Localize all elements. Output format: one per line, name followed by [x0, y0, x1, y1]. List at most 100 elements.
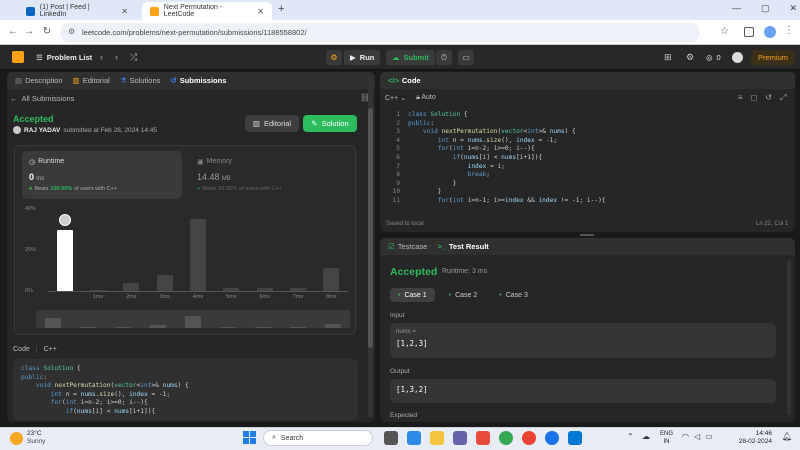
edge-icon[interactable]: [568, 431, 582, 445]
expand-icon[interactable]: ⤢: [780, 93, 786, 103]
runtime-card[interactable]: ◷ Runtime 0 ms ● Beats 100.00% of users …: [22, 151, 182, 199]
resize-handle[interactable]: [580, 234, 594, 236]
new-tab-icon[interactable]: +: [278, 3, 284, 15]
run-button[interactable]: ▶ Run: [344, 50, 381, 65]
tab-testcase[interactable]: ☑ Testcase: [388, 242, 427, 251]
windows-start-icon[interactable]: [243, 431, 256, 444]
code-editor[interactable]: class Solution { public: void nextPermut…: [408, 111, 788, 211]
tab-code[interactable]: </> Code: [388, 76, 421, 85]
submitted-code[interactable]: class Solution { public: void nextPermut…: [13, 359, 358, 421]
menu-icon[interactable]: ⋮: [784, 25, 794, 36]
case-2-tab[interactable]: • Case 2: [441, 288, 486, 302]
cloud-upload-icon: ☁: [392, 53, 400, 62]
book-icon: ▥: [72, 76, 80, 85]
weather-widget[interactable]: 23°C Sunny: [10, 430, 45, 446]
onedrive-icon[interactable]: ☁: [642, 432, 650, 441]
chevron-up-icon[interactable]: ⌃: [627, 432, 634, 441]
runtime-chart: 40% 20% 0% 1ms 2ms 3ms 4ms 5ms 6ms 7ms 8ms: [24, 206, 350, 302]
debug-icon[interactable]: ⚙: [326, 50, 342, 65]
input-box[interactable]: nums = [1,2,3]: [390, 323, 776, 358]
memory-icon: ▣: [197, 159, 204, 166]
auto-toggle[interactable]: 🔒︎ Auto: [416, 94, 436, 102]
flask-icon: ⚗: [119, 76, 127, 85]
language-select[interactable]: C++ ⌄: [385, 94, 406, 102]
scrollbar[interactable]: [368, 78, 373, 418]
timer-icon[interactable]: ⏱: [436, 50, 452, 65]
editorial-button[interactable]: ▥ Editorial: [245, 115, 299, 132]
reload-icon[interactable]: ↻: [40, 25, 54, 39]
chrome-icon[interactable]: [499, 431, 513, 445]
scrollbar-thumb[interactable]: [368, 108, 373, 348]
format-icon[interactable]: ≡: [738, 93, 743, 103]
url-input[interactable]: ⚙ leetcode.com/problems/next-permutation…: [60, 23, 700, 42]
tab-description[interactable]: ▤ Description: [15, 76, 63, 85]
system-tray[interactable]: ◠ ◁ ▭: [682, 432, 713, 441]
language-indicator[interactable]: ENG IN: [660, 430, 673, 446]
star-icon[interactable]: ☆: [720, 26, 729, 37]
output-box[interactable]: [1,3,2]: [390, 379, 776, 403]
shuffle-icon[interactable]: ⤮: [130, 52, 137, 63]
runtime-value-row: 0 ms: [29, 172, 45, 182]
reset-icon[interactable]: ↺: [765, 93, 772, 103]
task-view-icon[interactable]: [384, 431, 398, 445]
region-code: IN: [663, 439, 670, 445]
clock[interactable]: 14:46 28-02-2024: [732, 430, 772, 446]
site-info-icon[interactable]: ⚙: [68, 27, 75, 36]
notification-bell-icon[interactable]: 🔔︎: [782, 432, 792, 441]
close-icon[interactable]: ✕: [121, 7, 128, 16]
submit-button[interactable]: ☁ Submit: [386, 50, 435, 65]
line-numbers: 1 2 3 4 5 6 7 8 9 10 11: [392, 111, 400, 204]
leetcode-logo[interactable]: [12, 51, 24, 63]
tab-editorial[interactable]: ▥ Editorial: [73, 76, 110, 85]
notes-icon[interactable]: ▭: [458, 50, 474, 65]
user-avatar[interactable]: [732, 52, 743, 63]
case-1-tab[interactable]: • Case 1: [390, 288, 435, 302]
tab-leetcode[interactable]: Next Permutation - LeetCode ✕: [142, 2, 272, 20]
taskbar-search[interactable]: ⌕ Search: [263, 430, 373, 446]
tab-test-result[interactable]: >_ Test Result: [437, 242, 488, 251]
profile-avatar[interactable]: [764, 26, 776, 38]
problem-list-button[interactable]: ☰ Problem List: [36, 53, 92, 62]
maximize-icon[interactable]: ▢: [761, 3, 770, 14]
avatar[interactable]: [13, 126, 21, 134]
tab-solutions[interactable]: ⚗ Solutions: [120, 76, 161, 85]
close-window-icon[interactable]: ✕: [790, 3, 798, 14]
file-explorer-icon[interactable]: [430, 431, 444, 445]
forward-icon[interactable]: →: [22, 25, 36, 39]
layout-icon[interactable]: ⊞: [664, 52, 672, 63]
brave-icon[interactable]: [476, 431, 490, 445]
chart-bar-4ms[interactable]: [190, 218, 206, 292]
chrome-profile-2-icon[interactable]: [545, 431, 559, 445]
next-problem-icon[interactable]: ›: [115, 52, 118, 63]
left-panel-tabs: ▤ Description ▥ Editorial ⚗ Solutions ↺ Subm…: [7, 72, 375, 89]
close-icon[interactable]: ✕: [257, 7, 264, 16]
solution-button[interactable]: ✎ Solution: [303, 115, 357, 132]
memory-card[interactable]: ▣ Memory 14.48 MB ● Beats 59.35% of user…: [190, 151, 350, 199]
sidebar-icon[interactable]: [744, 27, 754, 37]
coins-counter[interactable]: ◎ 0: [706, 53, 721, 62]
tab-submissions[interactable]: ↺ Submissions: [170, 76, 226, 85]
vscode-icon[interactable]: [407, 431, 421, 445]
lang-code: ENG: [660, 431, 674, 437]
chrome-profile-icon[interactable]: [522, 431, 536, 445]
separator: |: [35, 346, 38, 353]
premium-button[interactable]: Premium: [751, 50, 795, 65]
prev-problem-icon[interactable]: ‹: [100, 52, 103, 63]
username[interactable]: RAJ YADAV: [24, 127, 60, 134]
submitted-time: submitted at Feb 28, 2024 14:45: [63, 126, 157, 134]
battery-icon: ▭: [705, 432, 713, 441]
chart-bar-8ms[interactable]: [323, 268, 340, 292]
result-scrollbar[interactable]: [787, 260, 791, 415]
chart-bar-3ms[interactable]: [156, 274, 173, 292]
settings-icon[interactable]: ⚙: [686, 52, 694, 63]
minimize-icon[interactable]: —: [732, 3, 741, 14]
chart-bar-0ms[interactable]: [56, 229, 73, 292]
case-3-tab[interactable]: • Case 3: [491, 288, 536, 302]
range-slider[interactable]: [36, 310, 350, 328]
bookmark-icon[interactable]: ◻: [751, 93, 758, 103]
back-icon[interactable]: ←: [6, 25, 20, 39]
teams-icon[interactable]: [453, 431, 467, 445]
tab-linkedin[interactable]: (1) Post | Feed | LinkedIn ✕: [18, 2, 136, 20]
y-tick-0: 0%: [25, 288, 33, 294]
all-submissions-link[interactable]: ← All Submissions: [10, 94, 74, 103]
